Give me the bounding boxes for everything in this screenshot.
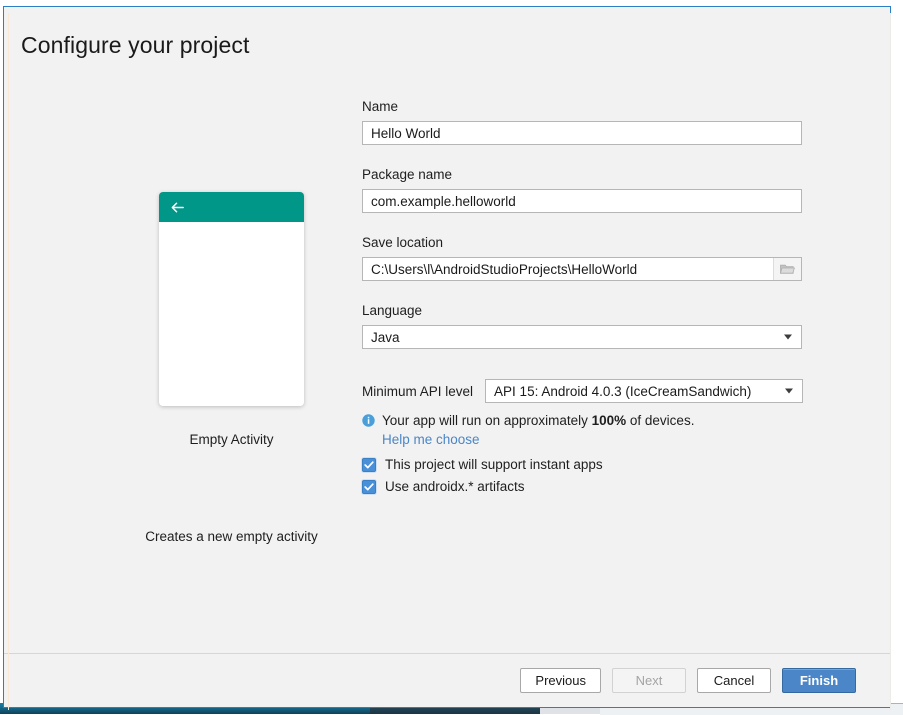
project-config-form: Name Package name Save location <box>362 99 812 501</box>
androidx-checkbox[interactable] <box>362 479 376 494</box>
previous-button[interactable]: Previous <box>520 668 601 693</box>
finish-button[interactable]: Finish <box>782 668 856 693</box>
package-name-field-group: Package name <box>362 167 812 213</box>
package-name-label: Package name <box>362 167 453 182</box>
min-api-level-label: Minimum API level <box>362 383 474 399</box>
instant-apps-checkbox[interactable] <box>362 457 376 472</box>
browse-folder-button[interactable] <box>773 258 801 280</box>
api-coverage-text-before: Your app will run on approximately <box>382 413 592 428</box>
check-icon <box>364 482 374 490</box>
save-location-control <box>362 257 802 281</box>
api-coverage-percent: 100% <box>591 413 627 428</box>
configure-project-dialog: Configure your project Empty Activity Cr… <box>3 6 891 710</box>
min-api-level-select[interactable]: API 15: Android 4.0.3 (IceCreamSandwich) <box>485 379 804 403</box>
instant-apps-checkbox-row[interactable]: This project will support instant apps <box>362 457 812 472</box>
package-name-input[interactable] <box>362 189 802 213</box>
api-coverage-text: Your app will run on approximately 100% … <box>382 412 694 429</box>
activity-preview-panel: Empty Activity Creates a new empty activ… <box>114 192 349 544</box>
chevron-down-icon <box>784 334 792 340</box>
name-field-group: Name <box>362 99 812 145</box>
save-location-input[interactable] <box>362 257 802 281</box>
androidx-checkbox-label[interactable]: Use androidx.* artifacts <box>385 479 525 494</box>
help-me-choose-link[interactable]: Help me choose <box>382 432 480 447</box>
name-label: Name <box>362 99 399 114</box>
thumbnail-appbar <box>159 192 304 222</box>
language-select[interactable]: Java <box>362 325 802 349</box>
info-icon <box>362 414 375 427</box>
save-location-label: Save location <box>362 235 444 250</box>
next-button: Next <box>612 668 686 693</box>
min-api-level-field-group: Minimum API level API 15: Android 4.0.3 … <box>362 379 812 403</box>
instant-apps-checkbox-label[interactable]: This project will support instant apps <box>385 457 603 472</box>
chevron-down-icon <box>785 388 794 394</box>
activity-thumbnail <box>159 192 304 406</box>
save-location-field-group: Save location <box>362 235 812 281</box>
folder-icon <box>780 264 795 274</box>
dialog-body: Configure your project Empty Activity Cr… <box>4 7 890 653</box>
language-select-value: Java <box>371 329 400 345</box>
api-coverage-info: Your app will run on approximately 100% … <box>362 412 812 429</box>
cancel-button[interactable]: Cancel <box>697 668 771 693</box>
page-title: Configure your project <box>21 32 250 58</box>
arrow-left-icon <box>171 202 184 213</box>
check-icon <box>364 460 374 468</box>
activity-template-name: Empty Activity <box>189 432 274 447</box>
language-label: Language <box>362 303 423 318</box>
language-field-group: Language Java <box>362 303 812 349</box>
dialog-right-edge <box>890 13 891 710</box>
api-coverage-text-after: of devices. <box>626 413 695 428</box>
min-api-level-select-value: API 15: Android 4.0.3 (IceCreamSandwich) <box>494 383 752 399</box>
activity-template-description: Creates a new empty activity <box>145 529 318 544</box>
androidx-checkbox-row[interactable]: Use androidx.* artifacts <box>362 479 812 494</box>
name-input[interactable] <box>362 121 802 145</box>
dialog-footer: Previous Next Cancel Finish <box>4 653 890 707</box>
